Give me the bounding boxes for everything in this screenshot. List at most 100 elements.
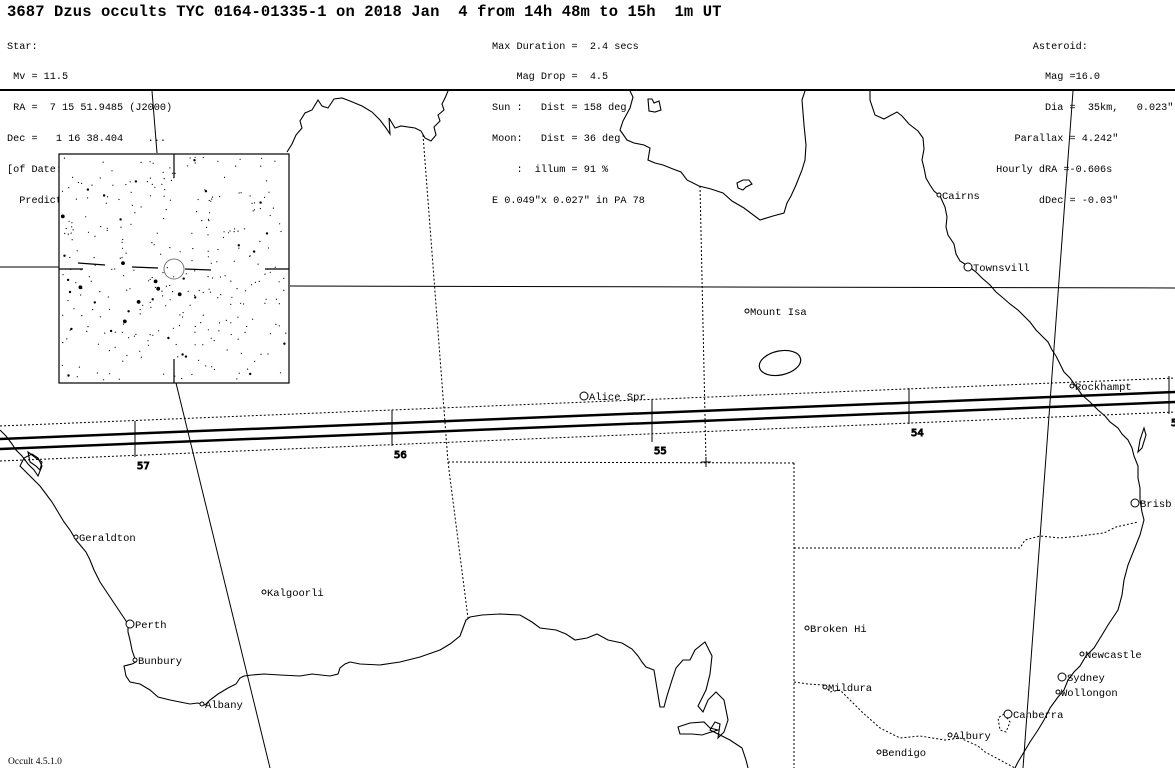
- star-dot: [272, 207, 274, 209]
- star-dot: [165, 305, 167, 307]
- star-dot: [233, 260, 235, 262]
- star-dot: [120, 226, 122, 228]
- star-dot: [182, 312, 184, 314]
- city-dot-icon: [804, 625, 810, 631]
- star-dot: [261, 157, 263, 159]
- star-dot: [237, 338, 239, 340]
- star-dot: [186, 165, 188, 167]
- city-marker: Geraldton: [73, 533, 136, 545]
- star-dot: [204, 189, 206, 191]
- star-dot: [194, 296, 197, 299]
- star-dot: [192, 248, 194, 250]
- star-chart-frame: [58, 153, 290, 384]
- border-qld-nsw: [794, 521, 1139, 549]
- star-dot: [275, 298, 277, 300]
- star-dot: [182, 277, 185, 280]
- city-label: Albury: [953, 731, 991, 743]
- city-marker: Mount Isa: [744, 307, 807, 319]
- star-dot: [207, 329, 209, 331]
- star-dot: [280, 230, 282, 233]
- star-dot: [207, 250, 209, 252]
- coastline-gulf-carpentaria: [619, 90, 807, 221]
- star-dot: [133, 335, 135, 337]
- star-dot: [195, 211, 198, 213]
- star-dot: [265, 232, 269, 235]
- star-dot: [227, 232, 230, 234]
- star-dot: [87, 326, 89, 328]
- star-chart-inset[interactable]: [58, 153, 290, 384]
- star-dot: [78, 285, 83, 290]
- city-dot-icon: [1079, 651, 1085, 657]
- star-dot: [208, 288, 210, 290]
- star-dot: [80, 294, 82, 296]
- star-dot: [249, 195, 251, 197]
- star-dot: [64, 232, 66, 235]
- star-dot: [254, 360, 256, 362]
- star-dot: [107, 296, 109, 298]
- star-dot: [274, 160, 276, 162]
- star-dot: [189, 157, 191, 159]
- star-dot: [210, 337, 212, 339]
- star-dot: [128, 337, 130, 339]
- star-dot: [238, 247, 240, 249]
- city-marker: Alice Spr: [579, 391, 646, 404]
- city-label: Brisb: [1140, 499, 1172, 511]
- star-dot: [189, 304, 191, 306]
- star-dot: [109, 329, 113, 333]
- star-dot: [191, 260, 193, 262]
- star-dot: [249, 255, 251, 257]
- star-dot: [76, 376, 78, 378]
- city-marker: Bendigo: [876, 748, 926, 760]
- star-dot: [172, 172, 174, 174]
- star-dot: [156, 286, 161, 291]
- star-dot: [121, 331, 123, 333]
- star-dot: [85, 216, 87, 218]
- star-dot: [208, 199, 210, 202]
- star-dot: [66, 338, 68, 340]
- star-dot: [172, 327, 174, 329]
- star-dot: [259, 240, 261, 243]
- star-dot: [269, 333, 271, 335]
- star-dot: [96, 372, 98, 374]
- star-dot: [67, 299, 69, 302]
- star-dot: [127, 310, 130, 313]
- star-dot: [275, 323, 277, 325]
- star-dot: [153, 244, 155, 246]
- star-dot: [130, 223, 132, 225]
- city-label: Broken Hi: [810, 624, 867, 636]
- star-dot: [171, 291, 174, 293]
- star-dot: [102, 161, 104, 163]
- city-dot-icon: [876, 749, 882, 755]
- occultation-map[interactable]: 57 56 55 54 5 Cairns Townsvill Mount Isa Alice …: [0, 0, 1175, 768]
- star-dot: [114, 331, 116, 333]
- star-dot: [209, 212, 211, 214]
- star-dot: [88, 276, 90, 278]
- star-dot: [191, 373, 193, 376]
- star-dot: [151, 183, 153, 185]
- star-dot: [253, 202, 256, 204]
- grid-line-horizontal: [289, 285, 1175, 289]
- star-dot: [169, 167, 171, 169]
- star-dot: [149, 195, 152, 197]
- star-dot: [252, 250, 256, 253]
- star-dot: [161, 183, 163, 185]
- border-sa-north: [447, 461, 795, 464]
- path-limit-dotted-south: [0, 411, 1175, 462]
- city-label: Sydney: [1067, 673, 1105, 685]
- city-marker: Kalgoorli: [261, 588, 324, 600]
- star-dot: [167, 336, 170, 340]
- star-dot: [194, 162, 196, 164]
- city-marker: Brisb: [1130, 498, 1172, 511]
- star-dot: [76, 250, 78, 252]
- star-dot: [152, 162, 154, 164]
- star-dot: [279, 223, 281, 225]
- star-dot: [93, 257, 95, 259]
- star-dot: [75, 198, 77, 200]
- star-dot: [265, 180, 268, 182]
- star-dot: [230, 280, 232, 282]
- star-dot: [219, 276, 222, 278]
- star-dot: [194, 270, 196, 272]
- star-dot: [244, 290, 247, 292]
- star-dot: [246, 325, 248, 328]
- star-dot: [285, 332, 287, 334]
